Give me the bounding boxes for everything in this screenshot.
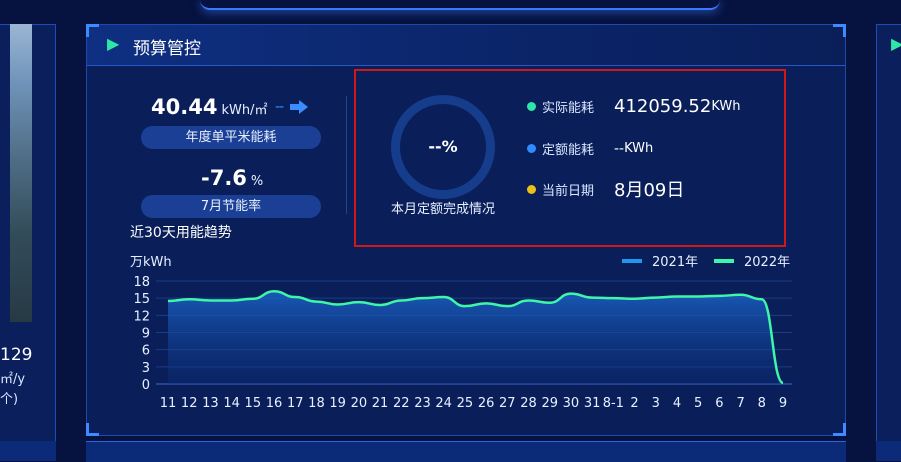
energy-trend-chart: 0369121518 11 12 13 14 15 16 17 18 19 20 21 22 23 24 2… bbox=[130, 255, 792, 411]
y-tick-label: 3 bbox=[142, 361, 150, 376]
current-date-label: 当前日期 bbox=[542, 183, 595, 199]
y-tick-label: 9 bbox=[142, 327, 150, 342]
x-tick-label: 14 bbox=[223, 396, 240, 411]
x-tick-label: 31 bbox=[584, 396, 601, 411]
y-tick-label: 15 bbox=[133, 292, 150, 307]
x-tick-label: 11 bbox=[160, 396, 177, 411]
arrow-right-icon bbox=[289, 100, 308, 114]
x-tick-label: 30 bbox=[563, 396, 580, 411]
x-tick-label: 4 bbox=[673, 396, 681, 411]
x-tick-label: 9 bbox=[779, 396, 787, 411]
quota-energy-value: -- bbox=[614, 140, 625, 157]
x-tick-label: 26 bbox=[478, 396, 495, 411]
quota-energy-row: 定额能耗 -- KWh bbox=[527, 139, 653, 158]
energy-per-sqm-stat: 40.44 kWh/㎡ bbox=[151, 95, 267, 119]
x-tick-label: 7 bbox=[736, 396, 744, 411]
top-header-glow bbox=[200, 0, 720, 10]
panel-title: 预算管控 bbox=[133, 39, 201, 59]
quota-percent: --% bbox=[428, 137, 458, 156]
current-date-row: 当前日期 8月09日 bbox=[527, 176, 684, 202]
energy-per-sqm-label: 年度单平米能耗 bbox=[141, 126, 321, 149]
actual-energy-row: 实际能耗 412059.52 KWh bbox=[527, 96, 741, 117]
legend-label: 2022年 bbox=[744, 255, 790, 270]
actual-energy-value: 412059.52 bbox=[614, 96, 712, 117]
x-tick-label: 3 bbox=[652, 396, 660, 411]
x-tick-label: 19 bbox=[329, 396, 346, 411]
trend-title: 近30天用能趋势 bbox=[130, 225, 232, 241]
x-tick-label: 17 bbox=[287, 396, 304, 411]
left-bottom-edge bbox=[0, 441, 56, 461]
saving-rate-unit: % bbox=[250, 174, 264, 189]
quota-energy-unit: KWh bbox=[624, 141, 654, 156]
saving-rate-stat: -7.6 % bbox=[201, 166, 263, 190]
left-panel-sub: 个) bbox=[0, 392, 19, 407]
panel-header: ▶ 预算管控 bbox=[87, 25, 845, 66]
x-tick-label: 29 bbox=[541, 396, 558, 411]
x-tick-label: 8 bbox=[758, 396, 766, 411]
right-panel-arrow-icon: ▶ bbox=[891, 34, 901, 53]
x-tick-label: 23 bbox=[414, 396, 431, 411]
saving-rate-value: -7.6 bbox=[201, 166, 247, 190]
x-tick-label: 27 bbox=[499, 396, 516, 411]
trend-dashes: -- bbox=[275, 99, 284, 115]
x-tick-label: 13 bbox=[202, 396, 219, 411]
x-tick-label: 25 bbox=[457, 396, 474, 411]
y-tick-label: 0 bbox=[142, 378, 150, 393]
x-tick-label: 6 bbox=[715, 396, 723, 411]
x-tick-label: 15 bbox=[245, 396, 262, 411]
legend-label: 2021年 bbox=[652, 255, 698, 270]
y-axis-label: 万kWh bbox=[130, 255, 172, 270]
actual-energy-label: 实际能耗 bbox=[542, 101, 595, 116]
quota-caption: 本月定额完成情况 bbox=[390, 202, 495, 217]
actual-energy-dot bbox=[527, 102, 536, 111]
x-tick-label: 21 bbox=[372, 396, 389, 411]
saving-rate-label: 7月节能率 bbox=[141, 195, 321, 218]
y-tick-label: 6 bbox=[142, 344, 150, 359]
actual-energy-unit: KWh bbox=[711, 99, 741, 114]
current-date-value: 8月09日 bbox=[614, 180, 685, 201]
x-tick-label: 28 bbox=[520, 396, 537, 411]
section-divider bbox=[346, 96, 347, 214]
x-tick-label: 18 bbox=[308, 396, 325, 411]
y-tick-label: 18 bbox=[133, 275, 150, 290]
x-tick-label: 24 bbox=[435, 396, 452, 411]
current-date-dot bbox=[527, 184, 536, 194]
y-tick-label: 12 bbox=[133, 309, 150, 324]
x-tick-label: 2 bbox=[630, 396, 638, 411]
corner-decoration bbox=[86, 24, 99, 37]
x-tick-label: 22 bbox=[393, 396, 410, 411]
corner-decoration bbox=[833, 24, 846, 37]
corner-decoration bbox=[86, 423, 99, 436]
chevron-right-icon: ▶ bbox=[107, 34, 120, 53]
x-tick-label: 12 bbox=[181, 396, 198, 411]
x-tick-label: 5 bbox=[694, 396, 702, 411]
corner-decoration bbox=[833, 423, 846, 436]
left-panel-value: 129 bbox=[0, 345, 33, 365]
energy-per-sqm-unit: kWh/㎡ bbox=[221, 103, 268, 118]
x-tick-label: 16 bbox=[266, 396, 283, 411]
quota-energy-label: 定额能耗 bbox=[542, 143, 595, 158]
x-tick-label: 8-1 bbox=[603, 396, 624, 411]
quota-energy-dot bbox=[527, 144, 536, 153]
right-bottom-edge bbox=[876, 441, 901, 461]
next-panel-top-edge bbox=[86, 441, 846, 462]
x-tick-label: 20 bbox=[351, 396, 368, 411]
trend-indicator: -- bbox=[275, 99, 309, 115]
building-photo bbox=[10, 24, 32, 322]
left-panel-unit: ㎡/y bbox=[0, 372, 26, 387]
right-neighbor-panel bbox=[876, 24, 901, 446]
energy-per-sqm-value: 40.44 bbox=[151, 95, 218, 119]
